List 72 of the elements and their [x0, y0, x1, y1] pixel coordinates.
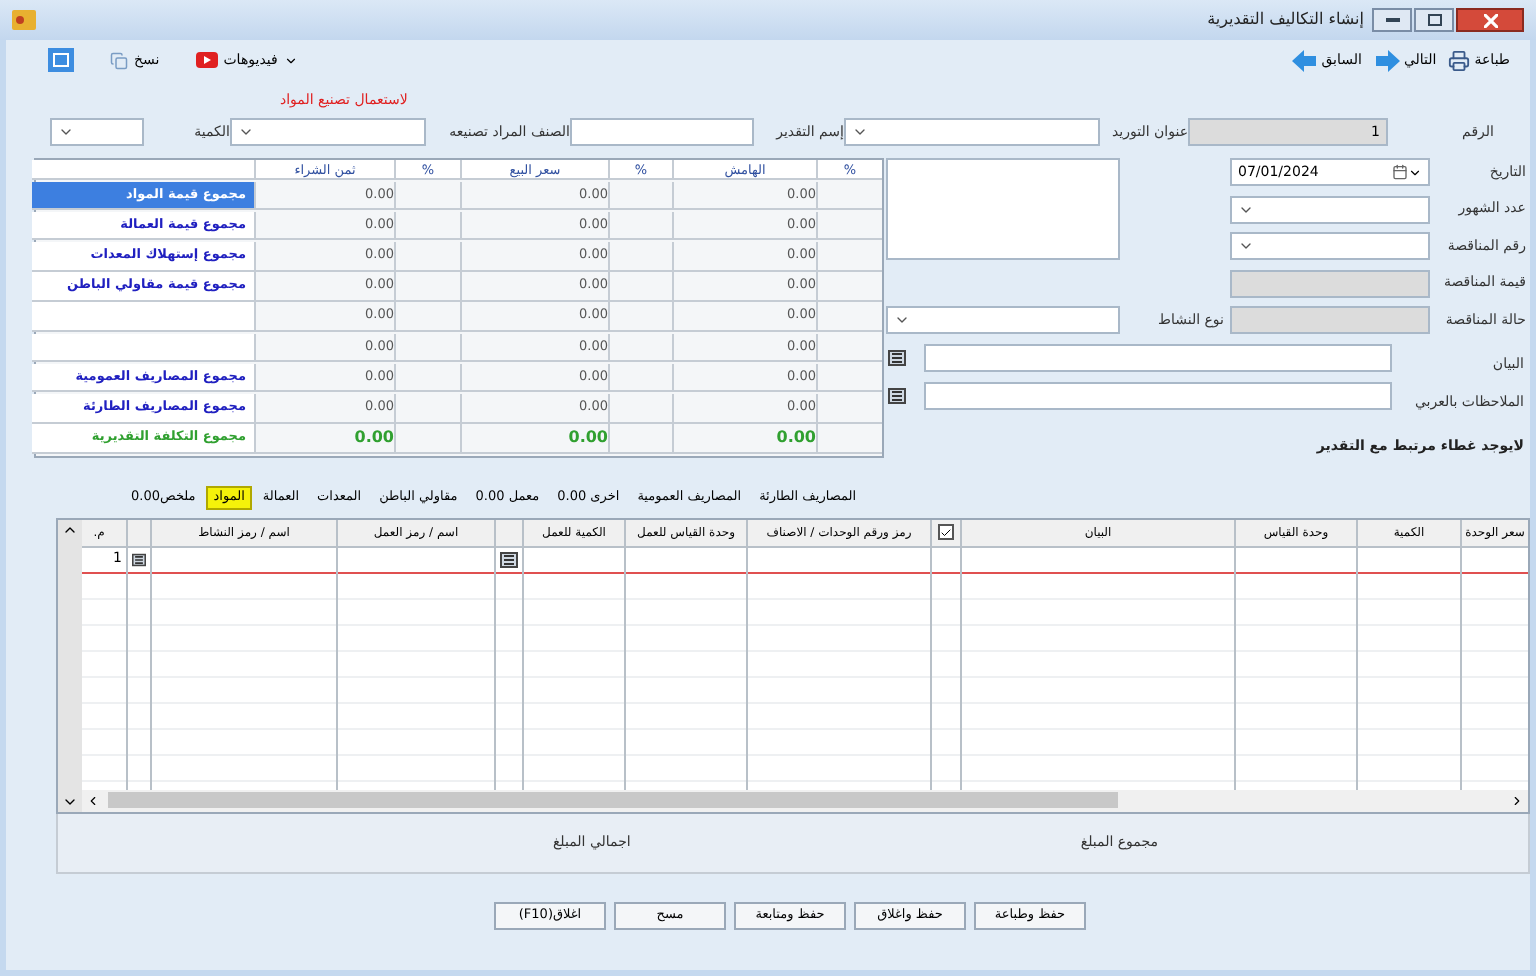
table-cell	[816, 363, 882, 393]
dropdown-caret-icon	[1238, 238, 1254, 254]
table-cell	[608, 181, 672, 211]
check-icon	[940, 525, 952, 539]
table-cell: 0.00	[672, 424, 816, 454]
close-icon	[1483, 13, 1497, 27]
table-cell	[816, 181, 882, 211]
table-cell	[608, 424, 672, 454]
dropdown-field[interactable]	[50, 118, 144, 146]
dropdown-field[interactable]	[1230, 195, 1430, 223]
table-cell	[394, 242, 460, 272]
table-cell	[394, 363, 460, 393]
table-cell	[608, 211, 672, 241]
dropdown-field[interactable]	[844, 118, 1100, 146]
table-cell	[608, 272, 672, 302]
lookup-icon[interactable]	[500, 551, 518, 567]
table-cell	[608, 363, 672, 393]
input-field[interactable]	[924, 382, 1392, 410]
table-cell	[816, 333, 882, 363]
table-cell	[608, 394, 672, 424]
arrow-right-icon	[1373, 49, 1400, 71]
close-button[interactable]	[1456, 8, 1524, 32]
window-icon[interactable]	[48, 48, 74, 72]
table-cell	[816, 302, 882, 333]
printer-icon	[1448, 49, 1471, 71]
header-checkbox[interactable]	[938, 524, 954, 540]
dropdown-field[interactable]	[230, 118, 426, 146]
lookup-icon[interactable]	[888, 350, 906, 366]
dropdown-caret-icon	[852, 124, 868, 140]
input-field[interactable]	[1230, 269, 1430, 297]
input-field[interactable]	[924, 344, 1392, 372]
table-cell	[816, 272, 882, 302]
table-cell	[816, 394, 882, 424]
table-cell	[394, 302, 460, 333]
table-cell: 0.00	[460, 424, 608, 454]
minimize-button[interactable]	[1372, 8, 1412, 32]
table-cell	[608, 333, 672, 363]
maximize-button[interactable]	[1414, 8, 1454, 32]
window-title: إنشاء التكاليف التقديرية	[1207, 8, 1364, 32]
app-icon	[12, 10, 36, 30]
table-cell	[394, 424, 460, 454]
table-cell	[394, 211, 460, 241]
dropdown-field[interactable]	[1230, 232, 1430, 260]
calendar-icon	[1392, 164, 1422, 180]
dropdown-caret-icon	[238, 124, 254, 140]
dropdown-caret-icon	[894, 312, 910, 328]
maximize-icon	[1427, 14, 1441, 26]
table-cell[interactable]	[496, 547, 522, 573]
horizontal-scrollbar[interactable]	[82, 789, 1528, 811]
input-field[interactable]	[1230, 306, 1430, 334]
table-cell	[608, 242, 672, 272]
video-play-icon	[195, 52, 218, 68]
table-cell	[394, 272, 460, 302]
table-cell	[816, 242, 882, 272]
scroll-right-icon[interactable]	[1510, 793, 1524, 807]
table-cell	[816, 424, 882, 454]
notes-textarea[interactable]	[886, 158, 1120, 260]
dropdown-caret-icon	[58, 124, 74, 140]
copy-icon	[110, 51, 128, 69]
minimize-icon	[1385, 18, 1399, 22]
dropdown-field[interactable]	[886, 306, 1120, 334]
arrow-left-icon	[1291, 49, 1318, 71]
scroll-left-icon[interactable]	[86, 793, 100, 807]
caret-icon	[283, 53, 298, 67]
table-cell	[394, 333, 460, 363]
table-cell	[608, 302, 672, 333]
table-cell	[394, 394, 460, 424]
lookup-icon[interactable]	[888, 388, 906, 404]
input-field[interactable]	[570, 118, 754, 146]
table-cell	[394, 181, 460, 211]
lookup-icon[interactable]	[132, 551, 146, 567]
table-cell	[816, 211, 882, 241]
